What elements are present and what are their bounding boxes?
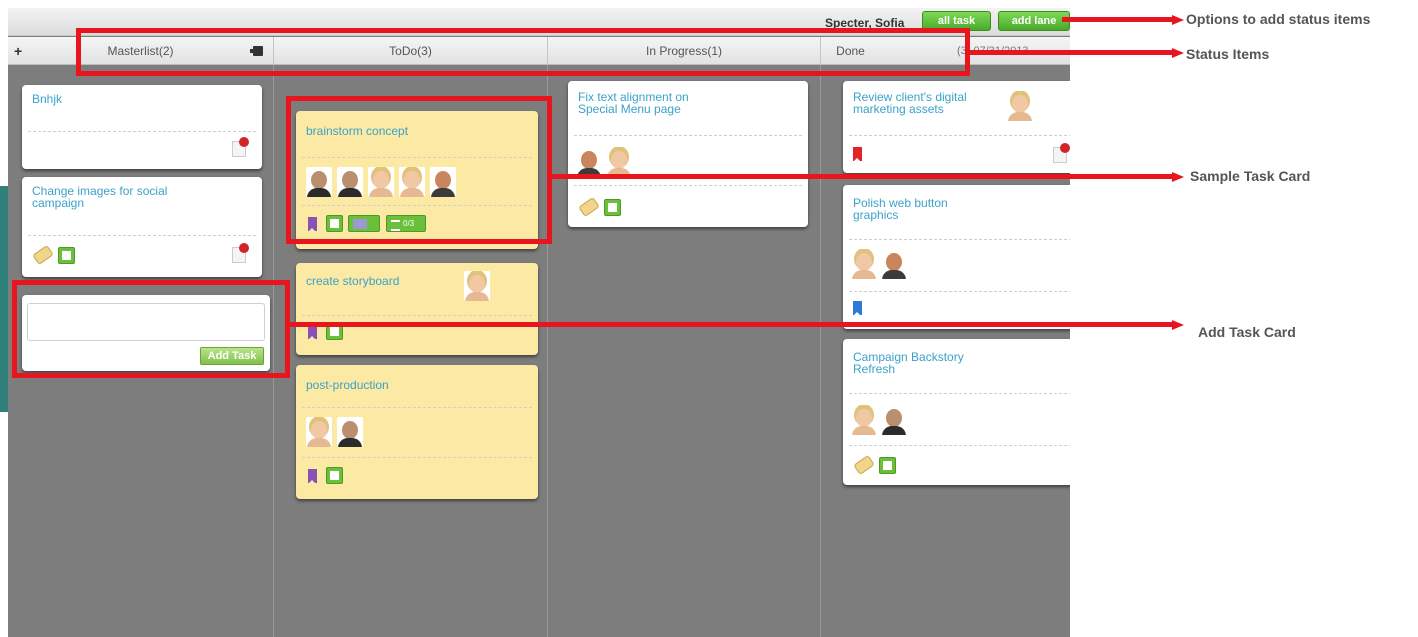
card-divider — [849, 239, 1070, 240]
lane-headers: + Masterlist(2) ToDo(3) In Progress(1) D… — [8, 37, 1070, 65]
card-divider — [302, 157, 532, 158]
avatar[interactable] — [306, 167, 332, 197]
annotation-sample-task-card: Sample Task Card — [1190, 168, 1311, 184]
tag-icon[interactable] — [578, 196, 600, 218]
side-strip — [0, 186, 8, 412]
bookmark-icon[interactable] — [308, 469, 317, 484]
task-card[interactable]: create storyboard — [296, 263, 538, 355]
add-task-button[interactable]: Add Task — [200, 347, 264, 365]
add-task-card: Add Task — [22, 295, 270, 371]
avatar[interactable] — [881, 405, 907, 435]
task-title: Fix text alignment on Special Menu page — [578, 90, 689, 116]
avatar[interactable] — [368, 167, 394, 197]
task-card[interactable]: Fix text alignment on Special Menu page — [568, 81, 808, 227]
lane-in-progress: Fix text alignment on Special Menu page — [548, 65, 821, 637]
card-divider — [849, 291, 1070, 292]
avatar[interactable] — [1007, 91, 1033, 121]
card-divider — [28, 131, 256, 132]
task-card[interactable]: Campaign Backstory Refresh — [843, 339, 1070, 485]
task-card[interactable]: Review client's digital marketing assets — [843, 81, 1070, 173]
arrow-head-icon — [1172, 15, 1184, 25]
delete-icon[interactable] — [232, 137, 249, 157]
card-divider — [302, 457, 532, 458]
bookmark-icon[interactable] — [308, 217, 317, 232]
task-card[interactable]: brainstorm concept 0/3 — [296, 111, 538, 249]
bookmark-icon[interactable] — [308, 325, 317, 340]
annotation-line — [1062, 17, 1174, 22]
lane-todo: brainstorm concept 0/3 create storyboard… — [274, 65, 548, 637]
card-divider — [849, 445, 1070, 446]
task-title: brainstorm concept — [306, 124, 409, 138]
annotation-options: Options to add status items — [1186, 11, 1371, 27]
annotation-status-items: Status Items — [1186, 46, 1270, 62]
annotation-add-task-card: Add Task Card — [1198, 324, 1296, 340]
avatar[interactable] — [881, 249, 907, 279]
avatar[interactable] — [306, 417, 332, 447]
edit-icon[interactable] — [58, 247, 75, 264]
tag-icon[interactable] — [32, 244, 54, 266]
avatar[interactable] — [464, 271, 490, 301]
annotation-line — [970, 50, 1174, 55]
checklist-icon[interactable]: 0/3 — [386, 215, 426, 232]
task-card[interactable]: post-production — [296, 365, 538, 499]
annotation-line — [552, 174, 1174, 179]
delete-icon[interactable] — [232, 243, 249, 263]
task-title: Bnhjk — [32, 92, 63, 106]
delete-icon[interactable] — [1053, 143, 1070, 163]
avatar[interactable] — [337, 417, 363, 447]
avatar[interactable] — [430, 167, 456, 197]
lane-masterlist: Bnhjk Change images for social campaign … — [8, 65, 274, 637]
comment-icon[interactable] — [348, 215, 380, 232]
lane-title-todo: ToDo(3) — [389, 44, 432, 58]
export-icon[interactable] — [250, 46, 263, 56]
task-title: post-production — [306, 378, 389, 392]
lane-header-todo[interactable]: ToDo(3) — [274, 37, 548, 65]
bookmark-icon[interactable] — [853, 147, 862, 162]
card-divider — [849, 393, 1070, 394]
edit-icon[interactable] — [879, 457, 896, 474]
arrow-head-icon — [1172, 172, 1184, 182]
task-title: create storyboard — [306, 274, 400, 288]
task-title: Review client's digital marketing assets — [853, 90, 967, 116]
task-title: Campaign Backstory Refresh — [853, 350, 964, 376]
card-divider — [574, 185, 802, 186]
edit-icon[interactable] — [326, 215, 343, 232]
task-card[interactable]: Change images for social campaign — [22, 177, 262, 277]
annotation-line — [290, 322, 1174, 327]
avatar[interactable] — [576, 147, 602, 177]
add-lane-button[interactable]: add lane — [998, 11, 1070, 31]
task-card[interactable]: Bnhjk — [22, 85, 262, 169]
avatar[interactable] — [851, 249, 877, 279]
edit-icon[interactable] — [326, 467, 343, 484]
task-title: Change images for social campaign — [32, 184, 168, 210]
arrow-head-icon — [1172, 320, 1184, 330]
arrow-head-icon — [1172, 48, 1184, 58]
card-divider — [302, 205, 532, 206]
avatar[interactable] — [851, 405, 877, 435]
new-task-input[interactable] — [27, 303, 265, 341]
all-task-button[interactable]: all task — [922, 11, 991, 31]
card-divider — [302, 407, 532, 408]
card-divider — [849, 135, 1070, 136]
avatar[interactable] — [606, 147, 632, 177]
card-divider — [302, 315, 532, 316]
task-card[interactable]: Polish web button graphics — [843, 185, 1070, 329]
card-divider — [574, 135, 802, 136]
bookmark-icon[interactable] — [853, 301, 862, 316]
avatar[interactable] — [337, 167, 363, 197]
user-name: Specter, Sofia — [825, 16, 905, 30]
lane-done: Review client's digital marketing assets… — [821, 65, 1070, 637]
edit-icon[interactable] — [604, 199, 621, 216]
top-bar: Specter, Sofia all task add lane — [8, 8, 1070, 36]
avatar[interactable] — [399, 167, 425, 197]
task-title: Polish web button graphics — [853, 196, 948, 222]
lane-title-masterlist: Masterlist(2) — [107, 44, 174, 58]
card-divider — [28, 235, 256, 236]
tag-icon[interactable] — [853, 454, 875, 476]
lane-header-masterlist[interactable]: + Masterlist(2) — [8, 37, 274, 65]
